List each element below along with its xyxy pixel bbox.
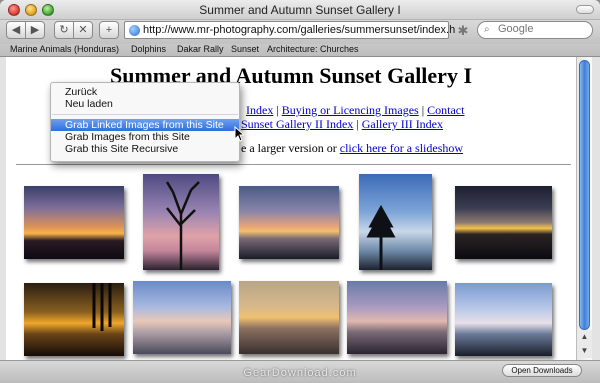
forward-icon: ▶	[30, 24, 40, 36]
gallery-3-link[interactable]: Gallery III Index	[362, 117, 443, 131]
back-button[interactable]: ◀	[6, 21, 26, 39]
url-text[interactable]: http://www.mr-photography.com/galleries/…	[143, 24, 455, 36]
pine-tree-icon	[366, 204, 396, 270]
forward-button[interactable]: ▶	[25, 21, 45, 39]
slideshow-line: e a larger version or click here for a s…	[241, 141, 463, 156]
index-link[interactable]: Index	[246, 103, 273, 117]
photo-thumbnail[interactable]	[359, 174, 432, 270]
menu-item-back[interactable]: Zurück	[51, 86, 239, 98]
photo-thumbnail[interactable]	[239, 281, 339, 354]
reload-icon: ↻	[59, 24, 69, 36]
activity-icon[interactable]: ✱	[456, 24, 470, 38]
mouse-pointer-icon	[234, 126, 244, 142]
watermark-text: GearDownload.com	[243, 367, 357, 379]
larger-version-text: e a larger version or	[241, 141, 337, 155]
browser-window: Summer and Autumn Sunset Gallery I ◀ ▶ ↻…	[0, 0, 600, 383]
nav-links-row-1: Index | Buying or Licencing Images | Con…	[246, 103, 464, 118]
photo-thumbnail[interactable]	[24, 186, 124, 259]
search-input[interactable]	[498, 23, 588, 35]
nav-separator: |	[276, 103, 279, 117]
divider	[16, 164, 571, 165]
plus-icon: +	[105, 24, 113, 36]
contact-link[interactable]: Contact	[427, 103, 464, 117]
context-menu: Zurück Neu laden Grab Linked Images from…	[50, 82, 240, 162]
trees-silhouette-icon	[92, 283, 112, 331]
scroll-down-icon[interactable]: ▼	[577, 344, 592, 358]
photo-thumbnail[interactable]	[143, 174, 219, 270]
photo-thumbnail[interactable]	[455, 283, 552, 356]
menu-item-grab-images[interactable]: Grab Images from this Site	[51, 131, 239, 143]
menu-item-reload[interactable]: Neu laden	[51, 98, 239, 110]
bookmark-sunset[interactable]: Sunset	[231, 44, 259, 54]
photo-thumbnail[interactable]	[239, 186, 339, 259]
bookmarks-bar: Marine Animals (Honduras) Dolphins Dakar…	[0, 44, 600, 57]
slideshow-link[interactable]: click here for a slideshow	[340, 141, 463, 155]
scrollbar-thumb[interactable]	[579, 60, 590, 330]
site-favicon-icon	[129, 25, 140, 36]
bookmark-architecture-churches[interactable]: Architecture: Churches	[267, 44, 359, 54]
photo-thumbnail[interactable]	[455, 186, 552, 259]
nav-links-row-2: Sunset Gallery II Index | Gallery III In…	[241, 117, 443, 132]
scroll-up-icon[interactable]: ▲	[577, 330, 592, 344]
nav-separator: |	[356, 117, 359, 131]
toolbar-toggle-button[interactable]	[576, 5, 594, 14]
buying-licencing-link[interactable]: Buying or Licencing Images	[282, 103, 419, 117]
window-title: Summer and Autumn Sunset Gallery I	[199, 3, 401, 17]
menu-separator	[52, 114, 238, 115]
nav-separator: |	[421, 103, 425, 117]
title-bar[interactable]: Summer and Autumn Sunset Gallery I	[0, 0, 600, 20]
back-icon: ◀	[11, 24, 21, 36]
address-bar[interactable]: http://www.mr-photography.com/galleries/…	[124, 21, 455, 39]
navigation-toolbar: ◀ ▶ ↻ ✕ + http://www.mr-photography.com/…	[0, 20, 600, 44]
add-bookmark-button[interactable]: +	[99, 21, 119, 39]
sunset-gallery-2-link[interactable]: Sunset Gallery II Index	[241, 117, 353, 131]
menu-item-grab-linked-images[interactable]: Grab Linked Images from this Site	[51, 119, 239, 131]
bookmark-marine-animals[interactable]: Marine Animals (Honduras)	[10, 44, 119, 54]
stop-icon: ✕	[78, 24, 88, 36]
bookmark-dakar-rally[interactable]: Dakar Rally	[177, 44, 224, 54]
photo-thumbnail[interactable]	[133, 281, 231, 354]
tree-silhouette-icon	[165, 181, 200, 270]
vertical-scrollbar[interactable]: ▲ ▼	[576, 57, 592, 360]
menu-item-grab-site-recursive[interactable]: Grab this Site Recursive	[51, 143, 239, 155]
search-field[interactable]: ⌕	[477, 21, 593, 39]
photo-thumbnail[interactable]	[24, 283, 124, 356]
search-icon: ⌕	[484, 24, 490, 35]
stop-button[interactable]: ✕	[73, 21, 93, 39]
bookmark-dolphins[interactable]: Dolphins	[131, 44, 166, 54]
photo-thumbnail[interactable]	[347, 281, 447, 354]
reload-button[interactable]: ↻	[54, 21, 74, 39]
